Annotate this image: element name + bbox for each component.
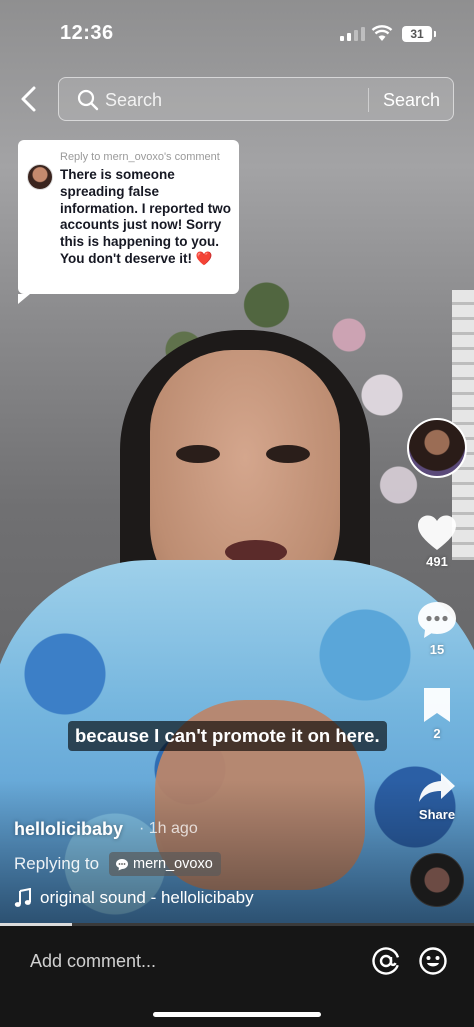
replying-to-label: Replying to <box>14 854 100 873</box>
creator-username[interactable]: hellolicibaby <box>14 819 123 840</box>
cellular-signal-icon <box>340 27 365 41</box>
sticker-reply-label: Reply to mern_ovoxo's comment <box>60 151 220 163</box>
bookmark-button[interactable]: 2 <box>407 686 467 741</box>
replying-to-user: mern_ovoxo <box>133 856 213 872</box>
reply-comment-sticker[interactable]: Reply to mern_ovoxo's comment There is s… <box>18 140 239 304</box>
home-indicator <box>153 1012 321 1017</box>
commenter-avatar <box>27 164 53 190</box>
back-icon[interactable] <box>16 84 42 114</box>
creator-avatar[interactable] <box>407 418 467 478</box>
wifi-icon <box>371 25 393 41</box>
person-left-eye <box>176 445 220 463</box>
post-time: · 1h ago <box>139 820 198 837</box>
at-icon[interactable] <box>371 946 401 976</box>
comment-bar: Add comment... <box>0 926 474 1027</box>
emoji-icon[interactable] <box>418 946 448 976</box>
status-time: 12:36 <box>60 22 114 44</box>
music-note-icon <box>14 888 31 907</box>
share-button[interactable]: Share <box>407 771 467 822</box>
search-divider <box>368 88 369 112</box>
comment-button[interactable]: 15 <box>407 600 467 657</box>
sticker-comment-text: There is someone spreading false informa… <box>60 167 231 266</box>
person-right-eye <box>266 445 310 463</box>
like-count: 491 <box>426 554 448 569</box>
comment-icon <box>418 602 456 638</box>
status-bar: 12:36 31 <box>0 0 474 70</box>
bookmark-icon <box>424 688 450 722</box>
battery-indicator: 31 <box>402 26 436 42</box>
video-caption-overlay: because I can't promote it on here. <box>68 721 387 751</box>
add-comment-input[interactable]: Add comment... <box>30 951 156 972</box>
comment-count: 15 <box>429 642 445 657</box>
search-icon <box>77 89 99 111</box>
like-button[interactable]: 491 <box>407 514 467 569</box>
bookmark-count: 2 <box>433 726 441 741</box>
search-bar[interactable]: Search Search <box>58 77 454 121</box>
sound-disc-icon[interactable] <box>410 853 464 907</box>
share-icon <box>419 773 455 802</box>
comment-bubble-icon <box>116 858 128 870</box>
search-input[interactable]: Search <box>105 90 162 111</box>
video-player[interactable] <box>0 0 474 925</box>
heart-icon <box>418 515 456 550</box>
sound-title[interactable]: original sound - hellolicibaby <box>40 888 254 908</box>
replying-to-mention[interactable]: mern_ovoxo <box>109 852 221 876</box>
share-label: Share <box>418 807 456 822</box>
search-button[interactable]: Search <box>383 90 440 111</box>
